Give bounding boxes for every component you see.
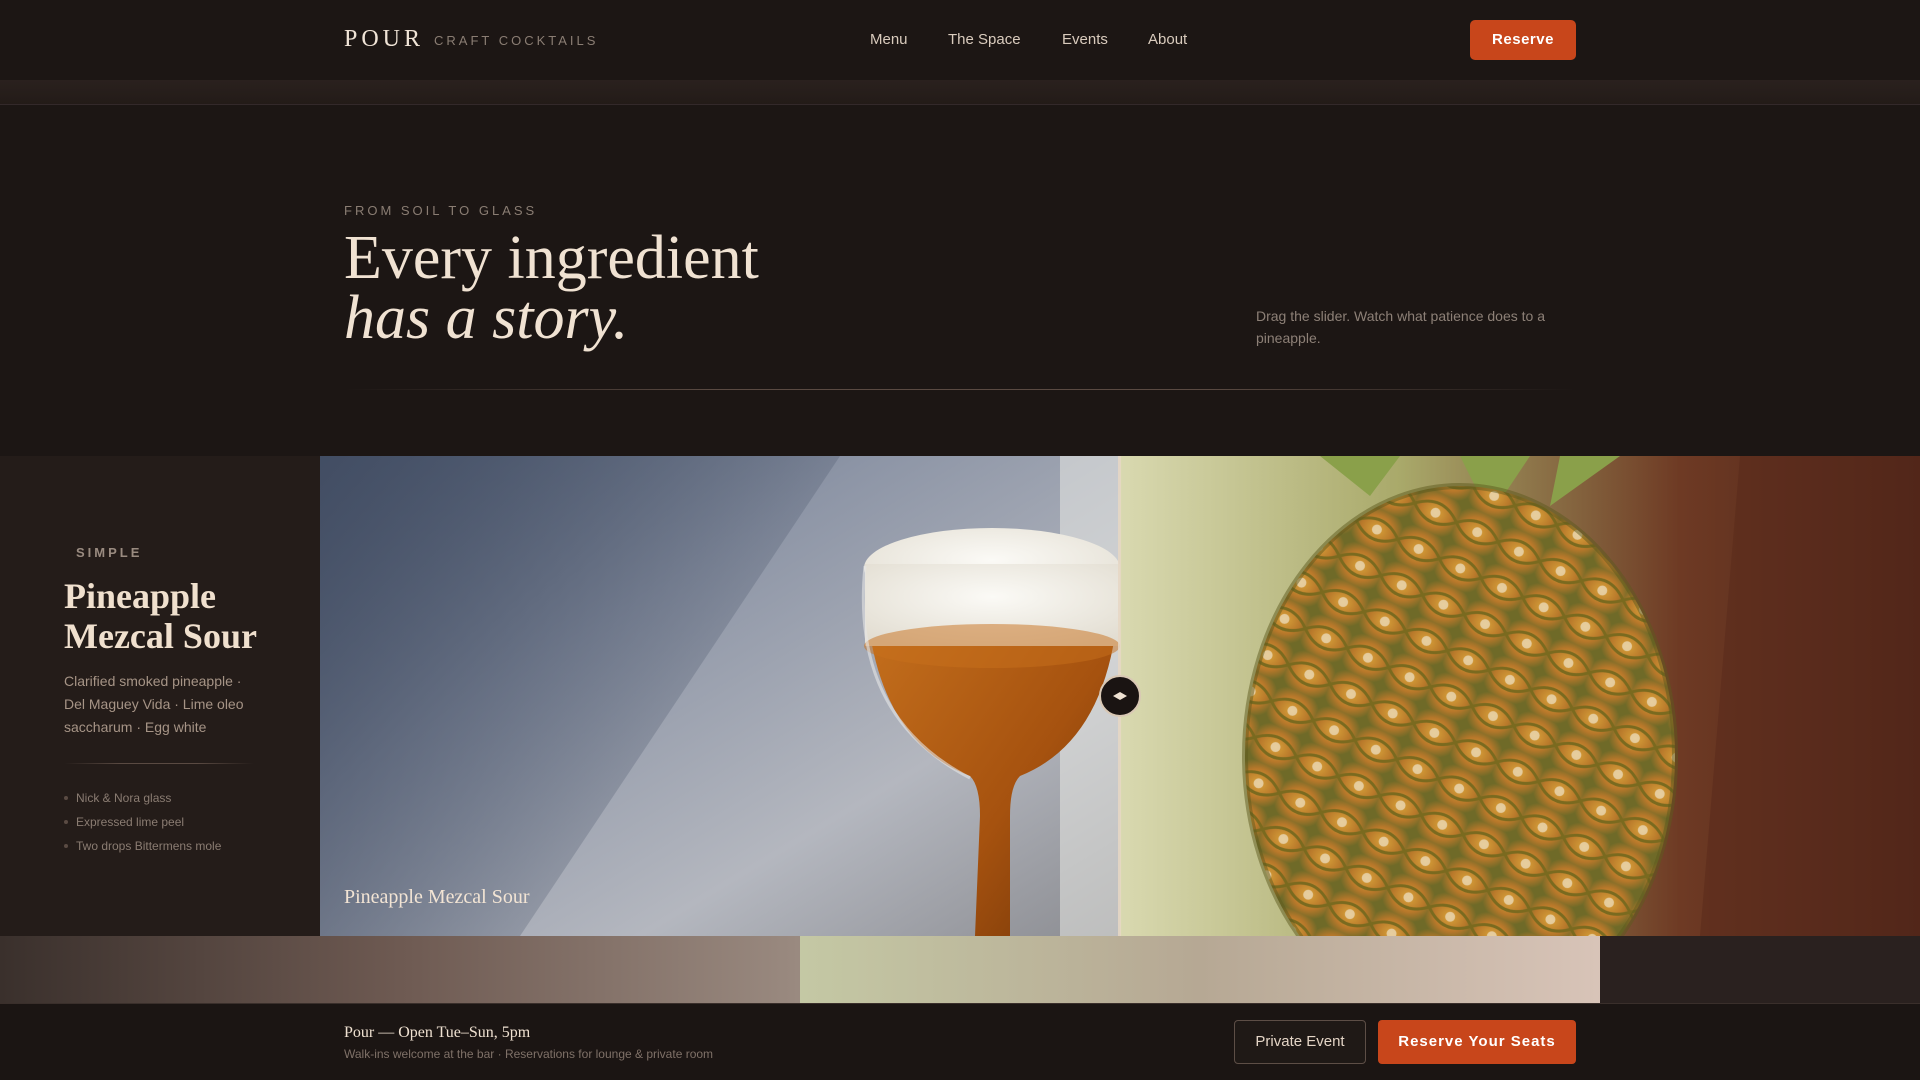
drink-notes: Nick & Nora glass Expressed lime peel Tw…	[64, 786, 221, 858]
sticky-footer	[0, 1003, 1920, 1080]
brand-logo[interactable]: POUR	[344, 26, 424, 53]
drink-description: Clarified smoked pineapple · Del Maguey …	[64, 673, 244, 735]
nav-link-the-space[interactable]: The Space	[948, 31, 1021, 48]
nav-link-about[interactable]: About	[1148, 31, 1187, 48]
hero-eyebrow: FROM SOIL TO GLASS	[344, 203, 538, 218]
nav-divider-band	[0, 80, 1920, 105]
drink-note: Nick & Nora glass	[64, 786, 221, 810]
difficulty-tag: SIMPLE	[76, 545, 143, 560]
next-item-preview	[0, 936, 1920, 1003]
drink-name: Pineapple Mezcal Sour	[64, 576, 257, 656]
slider-handle[interactable]	[1099, 675, 1141, 717]
drag-arrows-icon	[1113, 692, 1127, 700]
hero-divider	[344, 389, 1576, 390]
footer-note: Walk-ins welcome at the bar · Reservatio…	[344, 1047, 714, 1061]
hero-title-line2: has a story.	[344, 284, 629, 352]
drink-divider	[64, 763, 254, 764]
hero-title-line1: Every ingredient	[344, 224, 759, 292]
nav-link-menu[interactable]: Menu	[870, 31, 908, 48]
hero-title: Every ingredient has a story.	[344, 227, 759, 352]
private-event-button[interactable]: Private Event	[1234, 1020, 1366, 1064]
drink-note: Expressed lime peel	[64, 810, 221, 834]
slider-hint: Drag the slider. Watch what patience doe…	[1256, 308, 1545, 346]
top-nav: POUR CRAFT COCKTAILS Menu The Space Even…	[0, 0, 1920, 80]
reserve-seats-button[interactable]: Reserve Your Seats	[1378, 1020, 1576, 1064]
reserve-button[interactable]: Reserve	[1470, 20, 1576, 60]
nav-link-events[interactable]: Events	[1062, 31, 1108, 48]
slider-caption: Pineapple Mezcal Sour	[344, 886, 530, 908]
drink-note: Two drops Bittermens mole	[64, 834, 221, 858]
next-item-image	[0, 936, 1920, 1003]
brand-tagline: CRAFT COCKTAILS	[434, 33, 599, 48]
footer-hours: Pour — Open Tue–Sun, 5pm	[344, 1024, 531, 1041]
before-after-slider[interactable]: Pineapple Mezcal Sour	[320, 456, 1920, 936]
